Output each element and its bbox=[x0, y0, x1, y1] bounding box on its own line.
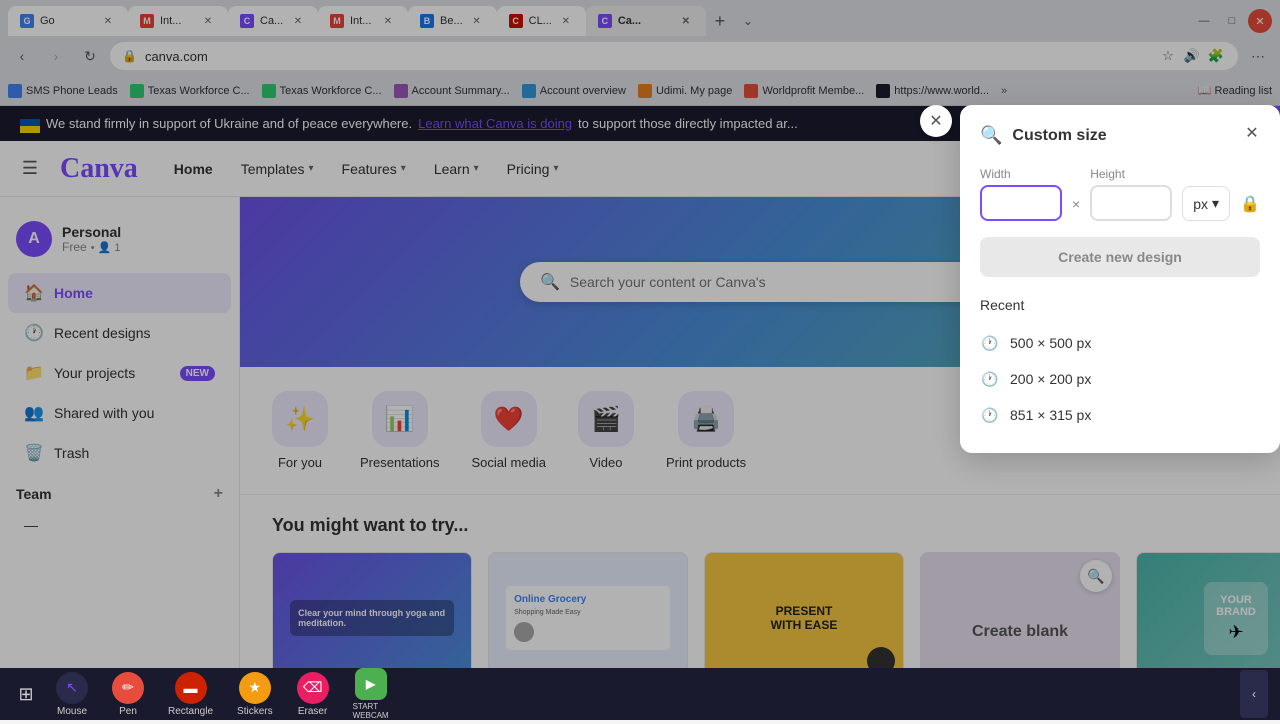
height-input[interactable] bbox=[1090, 185, 1172, 221]
panel-header: 🔍 Custom size bbox=[980, 125, 1260, 146]
webcam-tool-icon: ▶ bbox=[355, 668, 387, 700]
panel-dimensions: Width × Height px ▾ 🔒 bbox=[980, 166, 1260, 221]
eraser-tool-label: Eraser bbox=[298, 706, 327, 717]
taskbar-tool-webcam[interactable]: ▶ STARTWEBCAM bbox=[345, 664, 397, 724]
eraser-tool-icon: ⌫ bbox=[297, 672, 329, 704]
modal-overlay: ✕ 🔍 Custom size ✕ Width × Height px ▾ 🔒 bbox=[0, 0, 1280, 720]
width-label: Width bbox=[980, 167, 1062, 181]
rectangle-tool-icon: ▬ bbox=[175, 672, 207, 704]
recent-size-value-1: 500 × 500 px bbox=[1010, 335, 1091, 351]
panel-title: Custom size bbox=[1012, 127, 1106, 145]
recent-sizes-section: Recent 🕐 500 × 500 px 🕐 200 × 200 px 🕐 8… bbox=[980, 297, 1260, 433]
clock-recent-icon-2: 🕐 bbox=[980, 369, 1000, 389]
custom-size-panel: 🔍 Custom size ✕ Width × Height px ▾ 🔒 Cr… bbox=[960, 105, 1280, 453]
stickers-tool-icon: ★ bbox=[239, 672, 271, 704]
width-input[interactable] bbox=[980, 185, 1062, 221]
taskbar-tool-stickers[interactable]: ★ Stickers bbox=[229, 668, 281, 721]
stickers-tool-label: Stickers bbox=[237, 706, 273, 717]
unit-chevron-icon: ▾ bbox=[1212, 195, 1219, 212]
recent-size-item-1[interactable]: 🕐 500 × 500 px bbox=[980, 325, 1260, 361]
dimension-separator: × bbox=[1072, 176, 1080, 212]
recent-size-value-3: 851 × 315 px bbox=[1010, 407, 1091, 423]
taskbar-tool-mouse[interactable]: ↖ Mouse bbox=[48, 668, 96, 721]
create-new-design-button[interactable]: Create new design bbox=[980, 237, 1260, 277]
recent-title: Recent bbox=[980, 297, 1260, 313]
unit-selector[interactable]: px ▾ bbox=[1182, 186, 1230, 221]
recent-size-item-3[interactable]: 🕐 851 × 315 px bbox=[980, 397, 1260, 433]
mouse-tool-label: Mouse bbox=[57, 706, 87, 717]
unit-value: px bbox=[1193, 196, 1208, 212]
panel-close-button[interactable]: ✕ bbox=[1238, 119, 1266, 147]
rectangle-tool-label: Rectangle bbox=[168, 706, 213, 717]
width-input-group: Width bbox=[980, 167, 1062, 221]
taskbar-tool-rectangle[interactable]: ▬ Rectangle bbox=[160, 668, 221, 721]
recent-size-value-2: 200 × 200 px bbox=[1010, 371, 1091, 387]
taskbar-collapse-button[interactable]: ‹ bbox=[1240, 670, 1268, 718]
pen-tool-icon: ✏ bbox=[112, 672, 144, 704]
webcam-tool-label: STARTWEBCAM bbox=[353, 702, 389, 720]
taskbar-tool-eraser[interactable]: ⌫ Eraser bbox=[289, 668, 337, 721]
outer-close-button[interactable]: ✕ bbox=[920, 105, 952, 137]
clock-recent-icon-3: 🕐 bbox=[980, 405, 1000, 425]
height-input-group: Height bbox=[1090, 167, 1172, 221]
mouse-tool-icon: ↖ bbox=[56, 672, 88, 704]
aspect-ratio-lock-icon[interactable]: 🔒 bbox=[1240, 194, 1260, 214]
taskbar: ⊞ ↖ Mouse ✏ Pen ▬ Rectangle ★ Stickers ⌫… bbox=[0, 668, 1280, 720]
height-label: Height bbox=[1090, 167, 1172, 181]
clock-recent-icon: 🕐 bbox=[980, 333, 1000, 353]
panel-search-icon: 🔍 bbox=[980, 125, 1002, 146]
pen-tool-label: Pen bbox=[119, 706, 137, 717]
taskbar-apps-button[interactable]: ⊞ bbox=[12, 680, 40, 708]
taskbar-tool-pen[interactable]: ✏ Pen bbox=[104, 668, 152, 721]
recent-size-item-2[interactable]: 🕐 200 × 200 px bbox=[980, 361, 1260, 397]
